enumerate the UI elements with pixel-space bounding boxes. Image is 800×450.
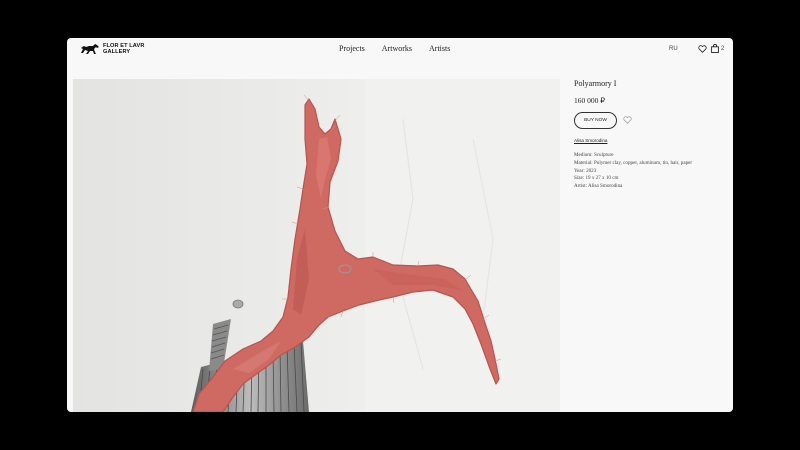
- sculpture-photo: [73, 79, 560, 412]
- artwork-details: Medium: Sculpture Material: Polymer clay…: [574, 152, 724, 191]
- logo-text: FLOR ET LAVR GALLERY: [103, 43, 145, 55]
- app-window: FLOR ET LAVR GALLERY Projects Artworks A…: [67, 38, 733, 412]
- artwork-price: 160 000 ₽: [574, 96, 606, 105]
- detail-medium: Medium: Sculpture: [574, 152, 614, 158]
- artwork-info: Polyarmory I 160 000 ₽ BUY NOW Alisa Smo…: [574, 79, 724, 189]
- artwork-image[interactable]: [73, 79, 560, 412]
- main-nav: Projects Artworks Artists: [339, 44, 450, 53]
- detail-material: Material: Polymer clay, copper, aluminum…: [574, 159, 693, 166]
- gallery-logo[interactable]: FLOR ET LAVR GALLERY: [80, 43, 145, 55]
- language-switch[interactable]: RU: [669, 46, 678, 52]
- detail-size: Size: 19 x 27 x 10 cm: [574, 175, 619, 182]
- nav-artworks[interactable]: Artworks: [382, 44, 412, 53]
- nav-artists[interactable]: Artists: [429, 44, 450, 53]
- shopping-bag-icon[interactable]: [711, 44, 719, 53]
- horse-logo-icon: [81, 44, 99, 54]
- detail-artist: Artist: Alisa Smorodina: [574, 183, 623, 190]
- heart-icon[interactable]: [623, 116, 632, 124]
- buy-now-button[interactable]: BUY NOW: [574, 112, 617, 129]
- artwork-title: Polyarmory I: [574, 79, 617, 88]
- artist-link[interactable]: Alisa Smorodina: [574, 138, 607, 143]
- heart-icon[interactable]: [698, 45, 707, 53]
- nav-projects[interactable]: Projects: [339, 44, 365, 53]
- detail-year: Year: 2023: [574, 167, 597, 174]
- logo-line-2: GALLERY: [103, 49, 131, 55]
- site-header: FLOR ET LAVR GALLERY Projects Artworks A…: [67, 38, 733, 62]
- cart-count: 2: [721, 46, 725, 52]
